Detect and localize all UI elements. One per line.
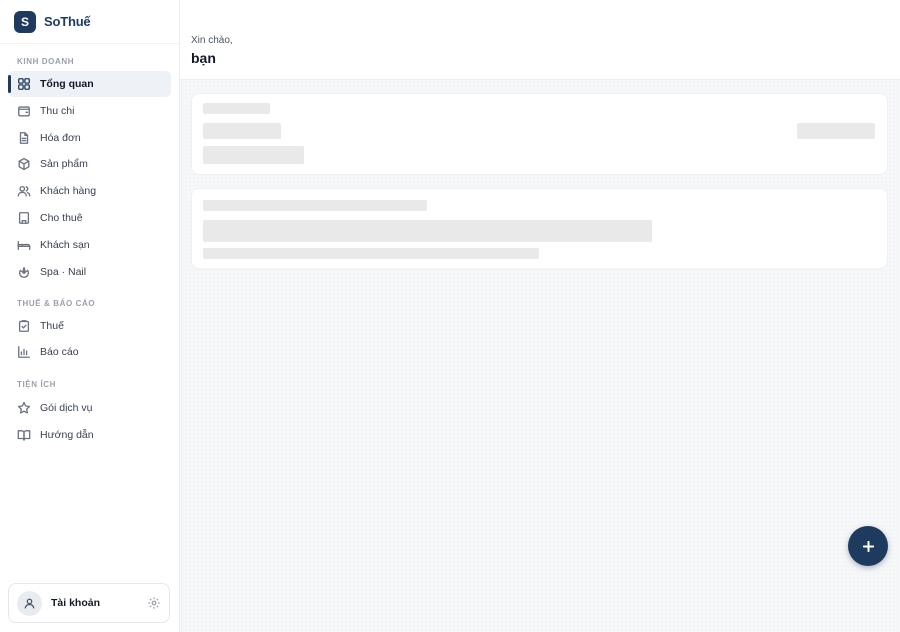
sidebar-item-label: Cho thuê [40,211,83,224]
sidebar-item-reports[interactable]: Báo cáo [8,339,171,365]
sidebar-item-service-plans[interactable]: Gói dịch vụ [8,395,171,421]
document-icon [17,131,31,145]
sidebar-item-label: Khách hàng [40,185,97,198]
grid-icon [17,77,31,91]
app-window: S SoThuế KINH DOANH Tổng quan Thu chi Hó… [0,0,900,632]
clipboard-check-icon [17,319,31,333]
skeleton-line [203,146,304,164]
main-content: Xin chào, bạn [180,0,900,632]
greeting-name: bạn [191,50,216,66]
section-label-business: KINH DOANH [17,57,75,66]
sidebar-item-spa-nail[interactable]: Spa · Nail [8,259,171,285]
brand-name: SoThuế [44,14,91,29]
users-icon [17,184,31,198]
account-label: Tài khoản [51,597,101,609]
sidebar-item-rental[interactable]: Cho thuê [8,205,171,231]
sidebar-item-invoices[interactable]: Hóa đơn [8,125,171,151]
skeleton-card-detail [191,188,888,269]
plus-icon [862,540,874,552]
sidebar: S SoThuế KINH DOANH Tổng quan Thu chi Hó… [0,0,180,632]
nav-list-business: Tổng quan Thu chi Hóa đơn Sản phẩm Khách… [0,71,179,285]
building-icon [17,211,31,225]
account-panel[interactable]: Tài khoản [8,583,170,623]
wallet-icon [17,104,31,118]
bed-icon [17,238,31,252]
sidebar-item-products[interactable]: Sản phẩm [8,151,171,177]
section-label-tax-reports: THUẾ & BÁO CÁO [17,298,96,308]
sidebar-item-label: Hóa đơn [40,131,81,144]
sidebar-item-label: Khách sạn [40,238,90,251]
sidebar-item-label: Thuế [40,319,64,332]
greeting-text: Xin chào, [191,35,233,46]
sidebar-item-label: Báo cáo [40,346,79,359]
skeleton-line [203,248,539,259]
brand-logo: S [14,10,36,33]
avatar [17,590,42,616]
sidebar-item-overview[interactable]: Tổng quan [8,71,171,97]
sidebar-item-guide[interactable]: Hướng dẫn [8,422,171,448]
sidebar-item-label: Spa · Nail [40,265,87,278]
star-icon [17,401,31,415]
nav-list-tax-reports: Thuế Báo cáo [0,313,179,366]
skeleton-line [203,200,427,211]
bar-chart-icon [17,345,31,359]
page-header: Xin chào, bạn [180,0,900,80]
skeleton-line [797,123,875,139]
brand[interactable]: S SoThuế [0,0,179,44]
skeleton-card-summary [191,93,888,175]
sidebar-item-tax[interactable]: Thuế [8,313,171,339]
add-button[interactable] [848,526,888,566]
sidebar-item-label: Sản phẩm [40,158,88,171]
skeleton-line [203,103,270,114]
sidebar-item-hotel[interactable]: Khách sạn [8,232,171,258]
gear-icon[interactable] [147,596,161,610]
box-icon [17,157,31,171]
user-icon [24,598,35,608]
flower-icon [17,265,31,279]
sidebar-item-label: Gói dịch vụ [40,402,93,415]
sidebar-item-label: Tổng quan [40,78,94,90]
skeleton-line [203,220,652,242]
sidebar-item-customers[interactable]: Khách hàng [8,178,171,204]
sidebar-item-income-expense[interactable]: Thu chi [8,98,171,124]
sidebar-item-label: Thu chi [40,104,75,117]
sidebar-item-label: Hướng dẫn [40,429,94,442]
skeleton-line [203,123,281,139]
section-label-utilities: TIỆN ÍCH [17,380,57,390]
book-icon [17,428,31,442]
nav-list-utilities: Gói dịch vụ Hướng dẫn [0,395,179,448]
